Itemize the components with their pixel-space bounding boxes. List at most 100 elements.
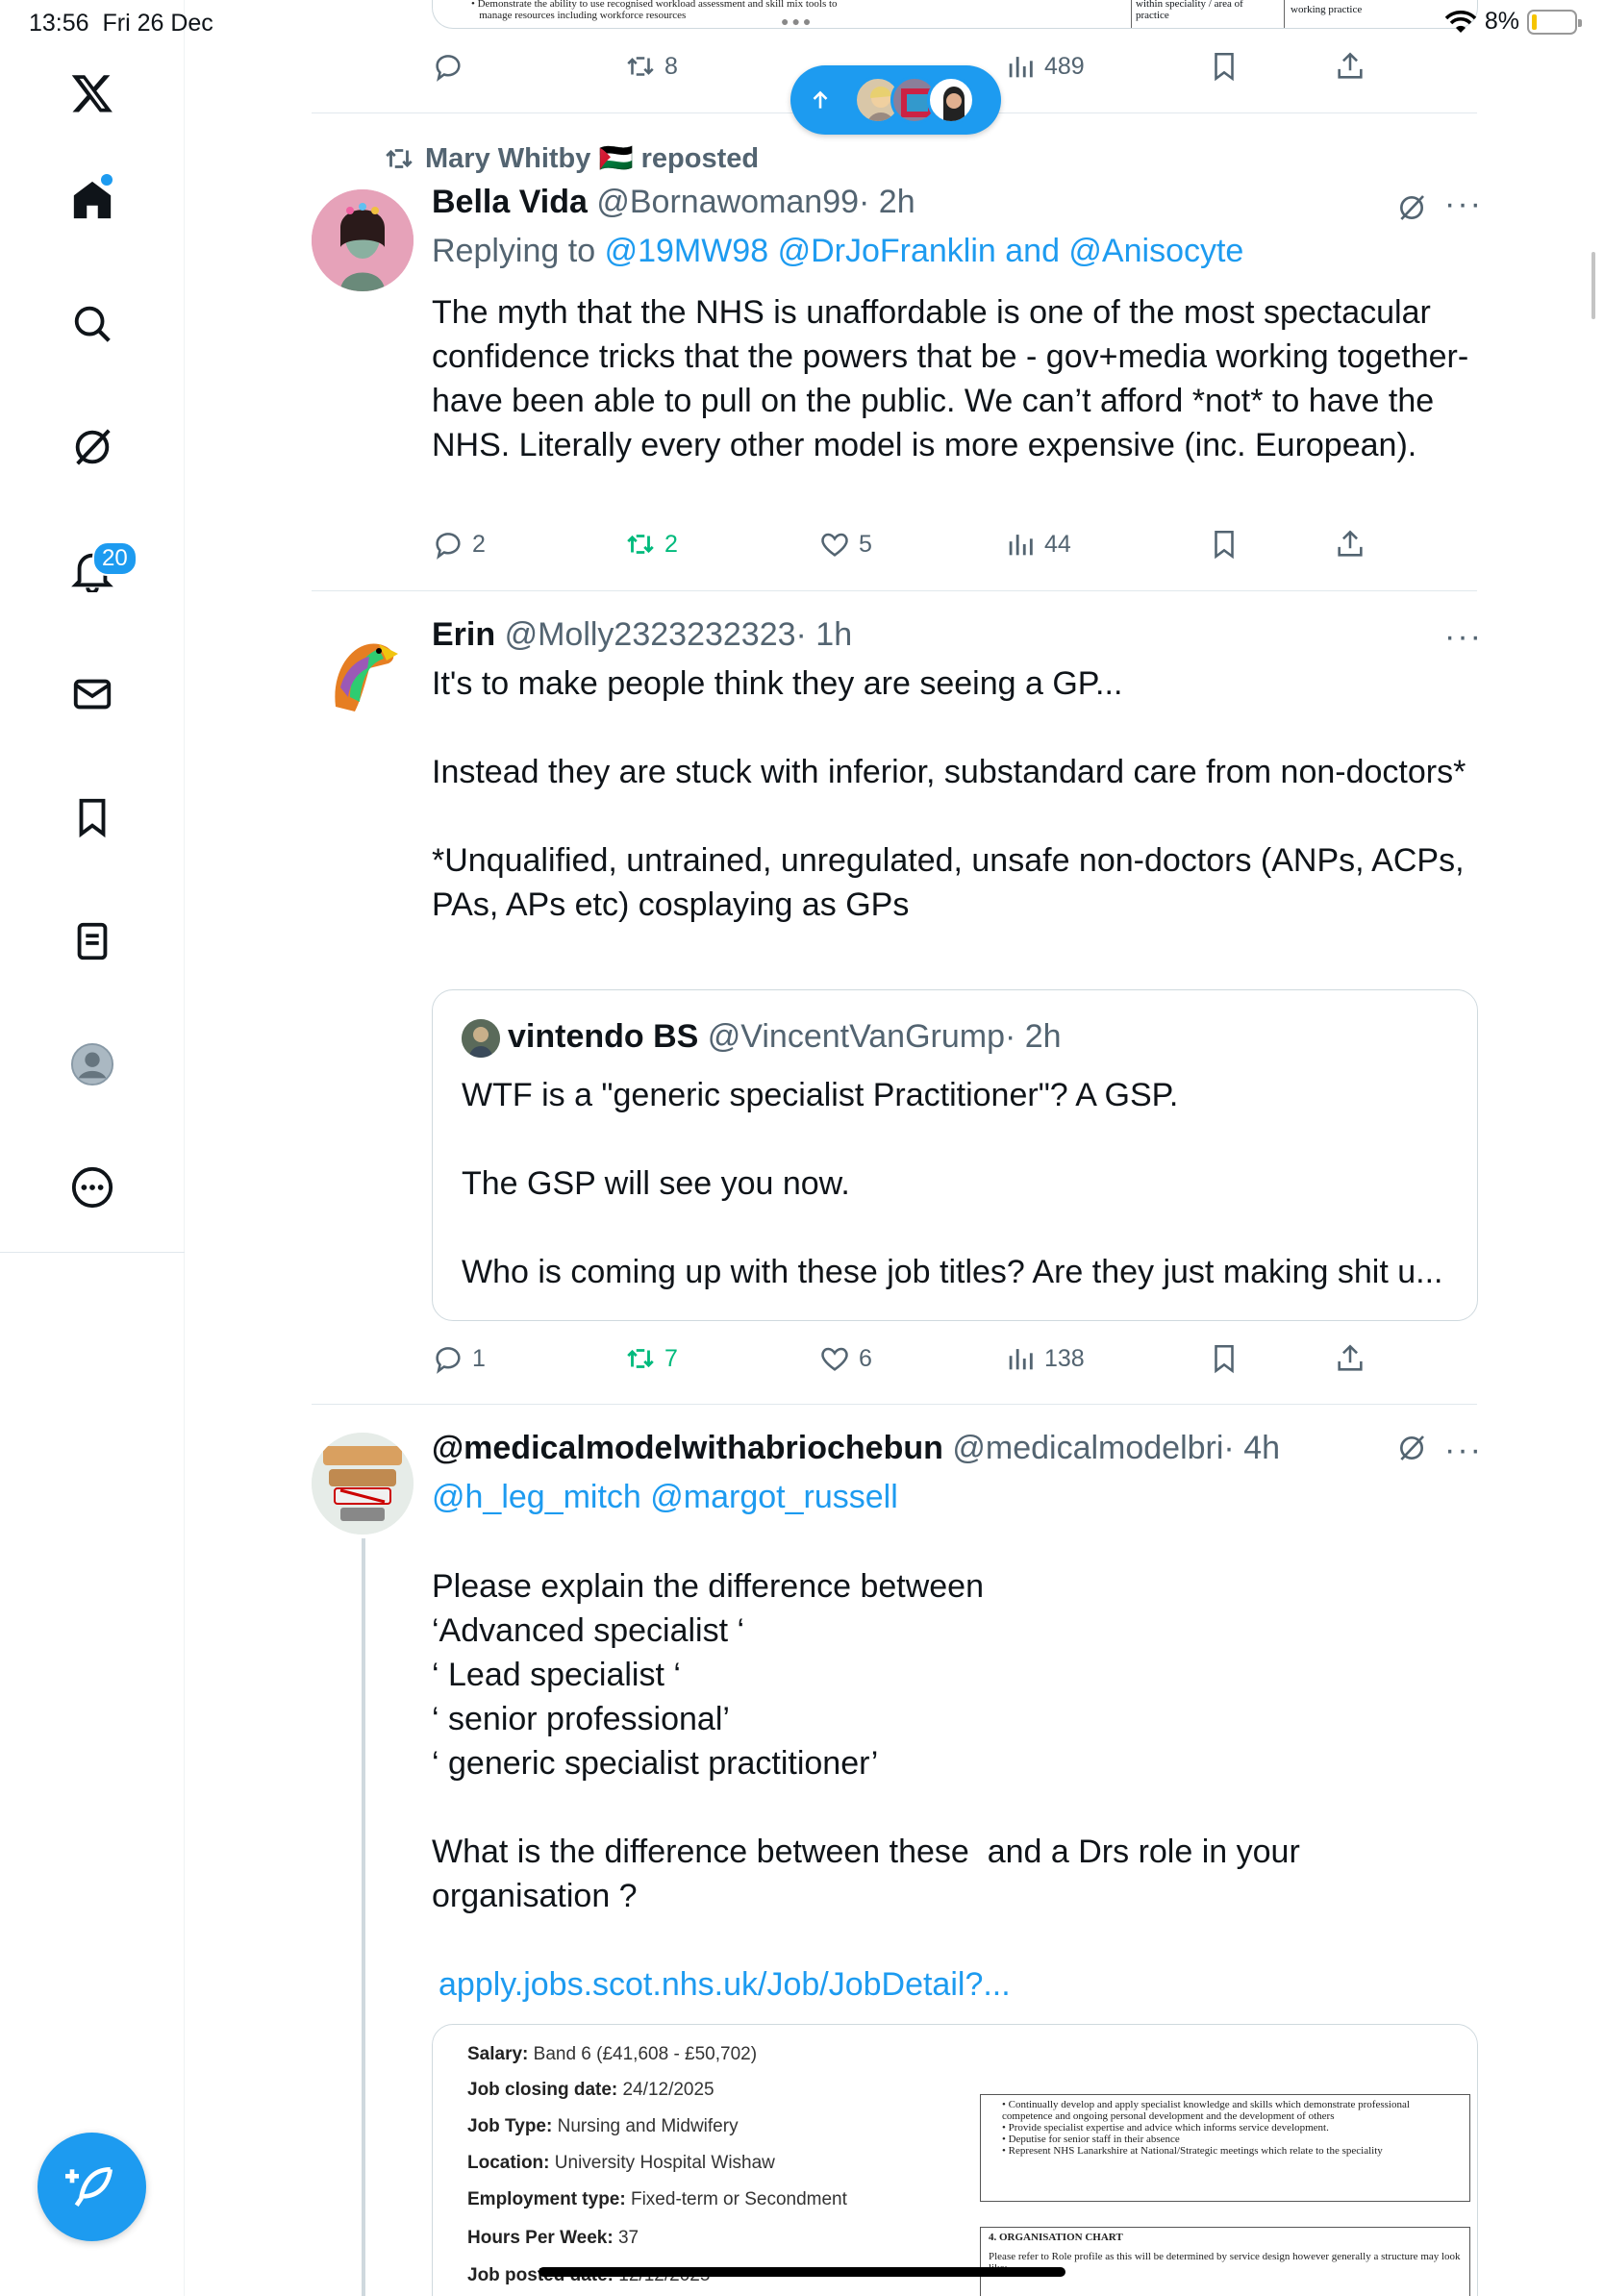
retweet-button[interactable]: 8 — [624, 43, 678, 89]
card-employment-type: Employment type: Fixed-term or Secondmen… — [467, 2189, 847, 2209]
home-indicator[interactable] — [539, 2267, 1065, 2277]
retweet-icon — [627, 57, 654, 76]
search-icon[interactable] — [49, 281, 136, 367]
status-time: 13:56 Fri 26 Dec — [29, 10, 213, 37]
heart-icon — [821, 533, 848, 557]
share-button[interactable] — [1334, 1335, 1366, 1382]
grok-icon[interactable] — [1396, 1433, 1427, 1463]
sidebar: 20 — [0, 0, 185, 2296]
grok-icon[interactable] — [49, 404, 136, 490]
messages-icon[interactable] — [49, 651, 136, 737]
tweet-header: Bella Vida @Bornawoman99· 2h — [432, 184, 915, 221]
display-name[interactable]: Bella Vida — [432, 184, 588, 220]
mentions[interactable]: @h_leg_mitch @margot_russell — [432, 1479, 898, 1516]
timestamp[interactable]: · 4h — [1223, 1430, 1280, 1466]
card-job-type: Job Type: Nursing and Midwifery — [467, 2116, 739, 2136]
grok-icon[interactable] — [1396, 192, 1427, 223]
handle[interactable]: @medicalmodelbri — [952, 1430, 1223, 1466]
more-icon[interactable] — [49, 1144, 136, 1231]
reply-count: 2 — [472, 530, 486, 558]
share-icon — [1338, 1344, 1363, 1371]
quoted-tweet[interactable]: vintendo BS @VincentVanGrump· 2h WTF is … — [432, 989, 1478, 1321]
retweet-icon — [386, 149, 413, 168]
avatar-erin[interactable] — [312, 620, 414, 722]
retweet-icon — [627, 1349, 654, 1368]
battery-icon — [1527, 9, 1582, 35]
timestamp[interactable]: · 2h — [859, 184, 915, 220]
more-options-icon[interactable]: ··· — [1444, 186, 1483, 223]
status-bar: 13:56 Fri 26 Dec 8% — [0, 0, 1604, 44]
bookmark-icon — [1215, 530, 1234, 560]
lists-icon[interactable] — [49, 898, 136, 985]
home-icon[interactable] — [49, 157, 136, 243]
bookmark-button[interactable] — [1208, 43, 1241, 89]
like-button[interactable]: 6 — [818, 1335, 872, 1382]
bookmark-button[interactable] — [1208, 521, 1241, 567]
share-icon — [1338, 52, 1363, 79]
views-button[interactable]: 489 — [1004, 43, 1085, 89]
share-icon — [1338, 530, 1363, 557]
avatar-medicalmodel[interactable] — [312, 1433, 414, 1535]
divider — [312, 1404, 1477, 1405]
reply-icon — [436, 533, 461, 560]
battery-percent: 8% — [1484, 8, 1519, 35]
reply-icon — [436, 55, 461, 82]
reply-button[interactable]: 2 — [432, 521, 486, 567]
retweet-button[interactable]: 7 — [624, 1335, 678, 1382]
handle[interactable]: @Molly2323232323 — [505, 616, 796, 653]
views-button[interactable]: 44 — [1004, 521, 1071, 567]
views-chart-icon — [1009, 1349, 1033, 1370]
display-name[interactable]: Erin — [432, 616, 495, 653]
like-count: 6 — [859, 1344, 872, 1372]
retweet-count: 8 — [664, 52, 678, 80]
repost-header: Mary Whitby 🇵🇸 reposted — [383, 142, 759, 175]
tweet-link[interactable]: apply.jobs.scot.nhs.uk/Job/JobDetail?... — [439, 1966, 1011, 2004]
quoted-display-name: vintendo BS — [508, 1018, 699, 1055]
tweet-text: It's to make people think they are seein… — [432, 665, 1466, 923]
retweet-icon — [627, 535, 654, 554]
retweet-count: 2 — [664, 530, 678, 558]
handle[interactable]: @Bornawoman99 — [596, 184, 859, 220]
bookmark-button[interactable] — [1208, 1335, 1241, 1382]
quoted-text: WTF is a "generic specialist Practitione… — [462, 1077, 1443, 1290]
views-count: 489 — [1044, 52, 1085, 80]
views-button[interactable]: 138 — [1004, 1335, 1085, 1382]
reply-button[interactable] — [432, 43, 464, 89]
like-button[interactable]: 5 — [818, 521, 872, 567]
bookmark-icon — [1215, 52, 1234, 82]
heart-icon — [821, 1347, 848, 1371]
timestamp[interactable]: · 1h — [796, 616, 853, 653]
replying-to: Replying to @19MW98 @DrJoFranklin and @A… — [432, 233, 1243, 270]
notifications-badge: 20 — [92, 541, 138, 576]
more-options-icon[interactable]: ··· — [1444, 1432, 1483, 1469]
link-preview-card[interactable]: Salary: Band 6 (£41,608 - £50,702) Job c… — [432, 2024, 1478, 2296]
new-posts-pill[interactable] — [790, 65, 1001, 135]
compose-feather-icon — [64, 2166, 113, 2207]
tweet-actions: 2 2 5 44 — [432, 521, 1393, 567]
reply-button[interactable]: 1 — [432, 1335, 486, 1382]
share-button[interactable] — [1334, 43, 1366, 89]
share-button[interactable] — [1334, 521, 1366, 567]
bookmarks-icon[interactable] — [49, 774, 136, 861]
divider — [312, 590, 1477, 591]
card-document-bullets: • Continually develop and apply speciali… — [980, 2094, 1470, 2202]
bookmark-icon — [1215, 1344, 1234, 1374]
display-name[interactable]: @medicalmodelwithabriochebun — [432, 1430, 943, 1466]
profile-avatar-icon[interactable] — [49, 1021, 136, 1108]
card-location: Location: University Hospital Wishaw — [467, 2153, 775, 2173]
x-logo-icon[interactable] — [49, 50, 136, 137]
retweet-count: 7 — [664, 1344, 678, 1372]
scroll-indicator[interactable] — [1591, 252, 1595, 319]
reply-icon — [436, 1347, 461, 1374]
more-options-icon[interactable]: ··· — [1444, 618, 1483, 656]
card-hours: Hours Per Week: 37 — [467, 2228, 639, 2248]
wifi-icon — [1444, 10, 1477, 33]
quoted-timestamp: · 2h — [1004, 1018, 1062, 1055]
replying-to-handles[interactable]: @19MW98 @DrJoFranklin and @Anisocyte — [605, 233, 1244, 269]
views-count: 44 — [1044, 530, 1071, 558]
repost-label[interactable]: Mary Whitby 🇵🇸 reposted — [425, 142, 759, 175]
retweet-button[interactable]: 2 — [624, 521, 678, 567]
arrow-up-icon — [813, 90, 828, 109]
avatar-bella-vida[interactable] — [312, 189, 414, 291]
compose-post-button[interactable] — [38, 2133, 146, 2241]
